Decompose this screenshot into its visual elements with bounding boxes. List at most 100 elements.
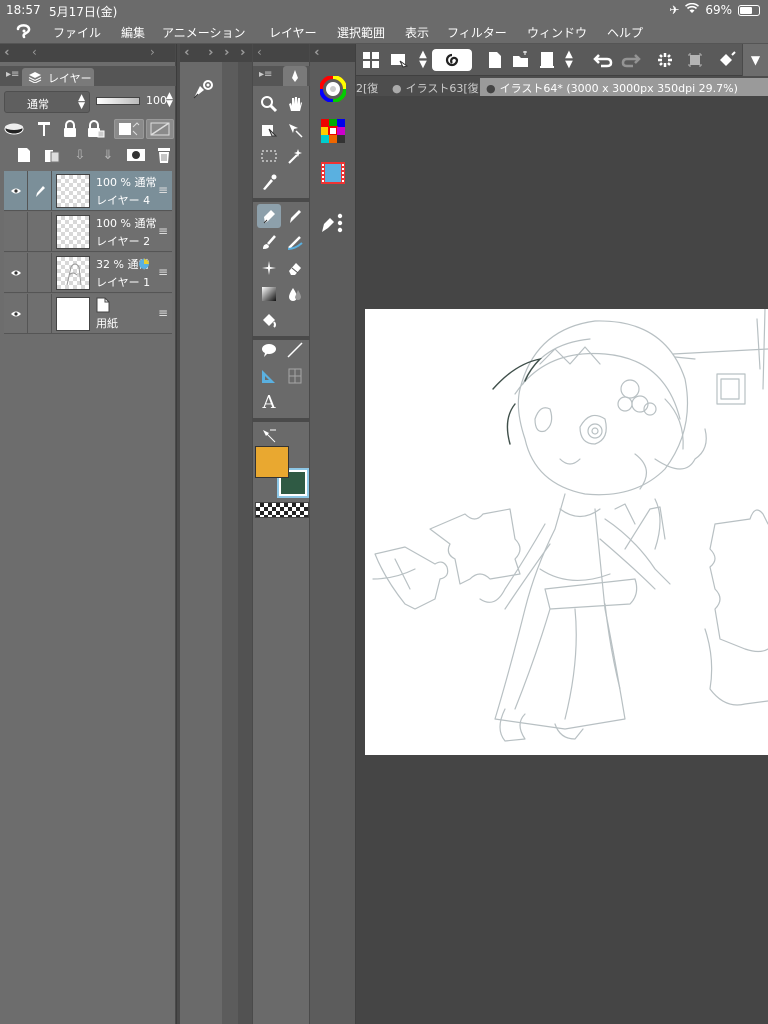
auto-select-icon[interactable]	[283, 144, 307, 168]
layer-row[interactable]: 100 % 通常 レイヤー 2 ≡	[4, 212, 172, 252]
collapse-right-icon[interactable]: ››	[224, 45, 229, 59]
color-wheel-icon[interactable]	[319, 75, 347, 106]
blend-icon[interactable]	[283, 282, 307, 306]
menu-animation[interactable]: アニメーション	[162, 24, 246, 41]
airbrush-icon[interactable]	[283, 230, 307, 254]
pencil-icon[interactable]	[283, 204, 307, 228]
merge-down-icon[interactable]: ⇓	[98, 145, 118, 165]
object-icon[interactable]	[257, 118, 281, 142]
transparent-color-swatch[interactable]	[255, 502, 309, 518]
tab-tool[interactable]	[283, 66, 307, 86]
hamburger-icon[interactable]: ≡	[158, 265, 168, 279]
app-logo-icon[interactable]	[14, 22, 34, 42]
new-folder-icon[interactable]	[42, 145, 62, 165]
gradient-icon[interactable]	[257, 282, 281, 306]
grid-icon[interactable]	[360, 49, 382, 71]
collapse-left-icon[interactable]: ‹‹	[4, 45, 9, 59]
gallery-icon[interactable]	[388, 49, 410, 71]
undo-icon[interactable]	[592, 49, 614, 71]
transfer-down-icon[interactable]: ⇩	[70, 145, 90, 165]
menu-file[interactable]: ファイル	[53, 24, 101, 41]
fill-icon[interactable]	[257, 308, 281, 332]
color-set-icon[interactable]	[320, 118, 346, 148]
hamburger-icon[interactable]: ≡	[158, 224, 168, 238]
document-tab[interactable]: 2[復	[356, 78, 384, 96]
correct-line-icon[interactable]	[257, 424, 281, 448]
line-icon[interactable]	[283, 338, 307, 362]
clip-studio-button[interactable]	[432, 49, 472, 71]
eye-icon[interactable]	[4, 253, 28, 293]
eye-icon[interactable]	[4, 294, 28, 334]
text-tool-icon[interactable]: A	[257, 390, 281, 414]
menu-view[interactable]: 表示	[405, 24, 429, 41]
fill-bucket-icon[interactable]	[716, 49, 738, 71]
menu-selection[interactable]: 選択範囲	[337, 24, 385, 41]
tab-layer[interactable]: レイヤー	[22, 68, 94, 86]
tool-property-icon[interactable]	[190, 78, 216, 106]
document-tab[interactable]: ● イラスト63[復	[386, 78, 485, 96]
hamburger-icon[interactable]: ≡	[158, 183, 168, 197]
brush-icon[interactable]	[257, 230, 281, 254]
save-icon[interactable]	[536, 49, 558, 71]
timeline-icon[interactable]	[320, 160, 346, 190]
menu-filter[interactable]: フィルター	[447, 24, 507, 41]
eyedropper-icon[interactable]	[257, 170, 281, 194]
chevron-left-icon[interactable]: ‹	[32, 45, 36, 59]
hamburger-icon[interactable]: ≡	[158, 306, 168, 320]
menu-help[interactable]: ヘルプ	[607, 24, 643, 41]
chevron-right-icon[interactable]: ›	[150, 45, 154, 59]
layer-row[interactable]: 100 % 通常 レイヤー 4 ≡	[4, 171, 172, 211]
layer-mask-icon[interactable]	[126, 145, 146, 165]
selection-icon[interactable]	[257, 144, 281, 168]
chevron-left-icon[interactable]: ‹	[257, 45, 261, 59]
crop-icon[interactable]	[684, 49, 706, 71]
menu-window[interactable]: ウィンドウ	[527, 24, 587, 41]
opacity-slider[interactable]	[96, 97, 140, 105]
trash-icon[interactable]	[154, 145, 174, 165]
lock-icon[interactable]	[60, 119, 80, 139]
eraser-icon[interactable]	[283, 256, 307, 280]
redo-icon[interactable]	[620, 49, 642, 71]
collapse-right-icon[interactable]: ››	[208, 45, 213, 59]
decoration-icon[interactable]	[257, 256, 281, 280]
clear-selection-icon[interactable]	[654, 49, 676, 71]
canvas-paper[interactable]	[365, 308, 768, 755]
collapse-right-icon[interactable]: ››	[240, 45, 245, 59]
eye-icon[interactable]	[4, 171, 28, 211]
strip-header: ‹‹ ››	[180, 44, 222, 62]
frame-icon[interactable]	[283, 364, 307, 388]
panel-menu-icon[interactable]: ▸≡	[259, 69, 272, 80]
zoom-icon[interactable]	[257, 92, 281, 116]
new-raster-layer-icon[interactable]	[14, 145, 34, 165]
sub-tool-icon[interactable]	[320, 210, 346, 240]
layer-row[interactable]: 用紙 ≡	[4, 294, 172, 334]
menu-layer[interactable]: レイヤー	[269, 24, 317, 41]
clip-lower-layer-icon[interactable]	[114, 119, 144, 139]
eye-icon[interactable]	[4, 212, 28, 252]
canvas-area[interactable]	[356, 96, 768, 1024]
pen-tool-icon[interactable]	[257, 204, 281, 228]
opacity-stepper-icon[interactable]: ▲ ▼	[166, 92, 173, 109]
move-layer-icon[interactable]	[283, 118, 307, 142]
ruler-frame-icon[interactable]	[146, 119, 174, 139]
collapse-left-icon[interactable]: ‹‹	[314, 45, 319, 59]
document-tab-active[interactable]: ● イラスト64* (3000 x 3000px 350dpi 29.7%)	[480, 78, 768, 96]
ruler-icon[interactable]	[257, 364, 281, 388]
hand-icon[interactable]	[283, 92, 307, 116]
dropdown-arrow-icon[interactable]: ▼	[742, 44, 768, 76]
lock-transparent-icon[interactable]	[86, 119, 106, 139]
new-file-icon[interactable]	[484, 49, 506, 71]
main-color-swatch[interactable]	[255, 446, 289, 478]
sort-icon[interactable]: ▲ ▼	[412, 49, 434, 71]
blend-mode-select[interactable]: 通常 ▲ ▼	[4, 91, 90, 113]
panel-menu-icon[interactable]: ▸≡	[6, 69, 19, 80]
layer-color-icon[interactable]	[4, 119, 24, 139]
stepper-icon[interactable]: ▲ ▼	[558, 49, 580, 71]
layer-row[interactable]: 32 % 通常 レイヤー 1 ≡	[4, 253, 172, 293]
menu-edit[interactable]: 編集	[121, 24, 145, 41]
layer-thumbnail	[56, 297, 90, 331]
balloon-icon[interactable]	[257, 338, 281, 362]
open-file-icon[interactable]	[510, 49, 532, 71]
reference-layer-icon[interactable]	[34, 119, 54, 139]
collapse-left-icon[interactable]: ‹‹	[184, 45, 189, 59]
